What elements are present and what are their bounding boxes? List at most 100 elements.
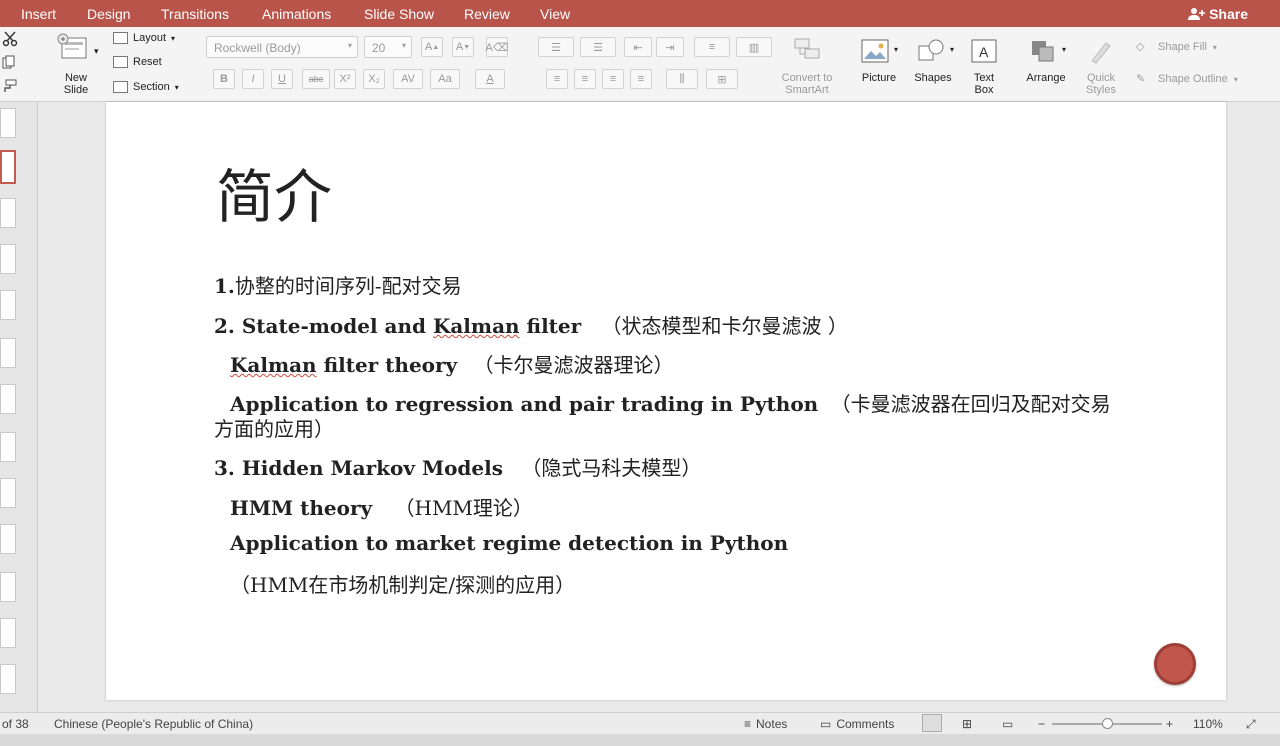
slide-text-line[interactable]: HMM theory （HMM理论） [230, 492, 533, 521]
tab-animations[interactable]: Animations [262, 6, 331, 22]
slide-canvas[interactable]: 简介 1.协整的时间序列-配对交易 2. State-model and Kal… [106, 102, 1226, 700]
align-right-button[interactable]: ≡ [602, 69, 624, 89]
columns-button[interactable]: ▥ [736, 37, 772, 57]
slide-thumbnail[interactable] [0, 244, 16, 274]
slide-thumbnail[interactable] [0, 290, 16, 320]
increase-indent-button[interactable]: ⇥ [656, 37, 684, 57]
format-painter-icon[interactable] [2, 79, 18, 93]
change-case-button[interactable]: Aa [430, 69, 460, 89]
eraser-icon: A⌫ [485, 41, 509, 54]
clear-format-button[interactable]: A⌫ [486, 37, 508, 57]
subscript-button[interactable]: X₂ [363, 69, 385, 89]
add-person-icon [1188, 8, 1206, 20]
decrease-indent-button[interactable]: ⇤ [624, 37, 652, 57]
section-button[interactable]: Section ▾ [113, 81, 179, 93]
strikethrough-button[interactable]: abc [302, 69, 330, 89]
shapes-label: Shapes [914, 72, 952, 84]
slide-text-line[interactable]: 3. Hidden Markov Models （隐式马科夫模型） [214, 452, 701, 481]
slide-text-line[interactable]: Application to market regime detection i… [230, 531, 788, 555]
convert-smartart-button[interactable]: Convert to SmartArt [774, 35, 840, 99]
shape-fill-button[interactable]: ◇ Shape Fill ▾ [1136, 40, 1217, 54]
align-left-button[interactable]: ≡ [546, 69, 568, 89]
numbering-button[interactable]: ☰ [580, 37, 616, 57]
zoom-in-button[interactable]: + [1166, 717, 1173, 731]
slide-thumbnail-selected[interactable] [0, 150, 16, 184]
slide-text-line[interactable]: 2. State-model and Kalman filter （状态模型和卡… [214, 310, 848, 339]
section-icon [113, 81, 128, 93]
slide-thumbnail[interactable] [0, 432, 16, 462]
slide-text-line[interactable]: Kalman filter theory （卡尔曼滤波器理论） [230, 349, 674, 378]
justify-button[interactable]: ≡ [630, 69, 652, 89]
quick-styles-button[interactable]: Quick Styles [1076, 35, 1126, 99]
tab-slide-show[interactable]: Slide Show [364, 6, 434, 22]
notes-button[interactable]: ≡ Notes [744, 717, 787, 731]
slide-thumbnail[interactable] [0, 338, 16, 368]
align-center-button[interactable]: ≡ [574, 69, 596, 89]
shapes-button[interactable]: ▾ Shapes [910, 35, 956, 95]
increase-font-button[interactable]: A ▲ [421, 37, 443, 57]
font-color-button[interactable]: A [475, 69, 505, 89]
tab-design[interactable]: Design [87, 6, 131, 22]
line-latin: filter theory [316, 353, 458, 377]
tab-view[interactable]: View [540, 6, 570, 22]
notes-label: Notes [756, 717, 788, 731]
share-label: Share [1209, 6, 1248, 22]
slide-thumbnail[interactable] [0, 618, 16, 648]
slide-sorter-button[interactable]: ⊞ [962, 717, 972, 731]
superscript-button[interactable]: X² [334, 69, 356, 89]
chevron-down-icon: ▾ [401, 41, 406, 50]
line-spacing-button[interactable]: ≡ [694, 37, 730, 57]
picture-button[interactable]: ▾ Picture [856, 35, 902, 95]
slide-thumbnail[interactable] [0, 384, 16, 414]
align-text-button[interactable]: ⊞ [706, 69, 738, 89]
indent-icon: ⇥ [665, 41, 675, 54]
slide-thumbnail[interactable] [0, 108, 16, 138]
new-slide-icon [57, 33, 87, 59]
line-cjk: （隐式马科夫模型） [521, 456, 702, 480]
new-slide-button[interactable]: ▾ New Slide [54, 32, 100, 98]
font-name-select[interactable]: Rockwell (Body) ▾ [206, 36, 358, 58]
slide-text-line[interactable]: （HMM在市场机制判定/探测的应用） [230, 569, 575, 598]
zoom-slider-thumb[interactable] [1102, 718, 1113, 729]
slide-thumbnail[interactable] [0, 524, 16, 554]
scissors-icon[interactable] [2, 31, 18, 47]
slide-thumbnail[interactable] [0, 198, 16, 228]
language-indicator[interactable]: Chinese (People's Republic of China) [54, 717, 253, 731]
underline-button[interactable]: U [271, 69, 293, 89]
arrange-button[interactable]: ▾ Arrange [1018, 35, 1074, 95]
text-box-button[interactable]: A Text Box [964, 35, 1004, 99]
slide-thumbnail-pane[interactable] [0, 102, 38, 712]
tab-insert[interactable]: Insert [21, 6, 56, 22]
chevron-down-icon: ▾ [894, 45, 899, 54]
tab-review[interactable]: Review [464, 6, 510, 22]
slide-text-line[interactable]: 1.协整的时间序列-配对交易 [214, 270, 462, 299]
share-button[interactable]: Share [1187, 6, 1248, 22]
bullets-button[interactable]: ☰ [538, 37, 574, 57]
shape-outline-button[interactable]: ✎ Shape Outline ▾ [1136, 72, 1238, 86]
italic-button[interactable]: I [242, 69, 264, 89]
slide-thumbnail[interactable] [0, 572, 16, 602]
text-direction-button[interactable]: ⫼ [666, 69, 698, 89]
slide-title[interactable]: 简介 [216, 150, 332, 234]
tab-transitions[interactable]: Transitions [161, 6, 229, 22]
slide-text-line[interactable]: Application to regression and pair tradi… [230, 388, 1111, 417]
comments-button[interactable]: ▭ Comments [820, 717, 894, 731]
decrease-font-button[interactable]: A ▼ [452, 37, 474, 57]
zoom-level[interactable]: 110% [1193, 717, 1223, 731]
reset-button[interactable]: Reset [113, 56, 162, 68]
normal-view-button[interactable] [922, 714, 942, 732]
font-size-select[interactable]: 20 ▾ [364, 36, 412, 58]
slide-thumbnail[interactable] [0, 664, 16, 694]
fit-to-window-icon[interactable]: ⤢ [1246, 717, 1256, 732]
character-spacing-button[interactable]: AV [393, 69, 423, 89]
layout-button[interactable]: Layout ▾ [113, 32, 175, 44]
slide-text-line[interactable]: 方面的应用） [214, 413, 334, 442]
record-button[interactable] [1154, 643, 1196, 685]
chevron-down-icon: ▾ [1062, 45, 1067, 54]
bold-button[interactable]: B [213, 69, 235, 89]
zoom-out-button[interactable]: − [1038, 717, 1045, 731]
reading-view-button[interactable]: ▭ [1002, 717, 1013, 731]
slide-thumbnail[interactable] [0, 478, 16, 508]
shapes-icon [918, 39, 944, 61]
copy-icon[interactable] [2, 55, 16, 69]
